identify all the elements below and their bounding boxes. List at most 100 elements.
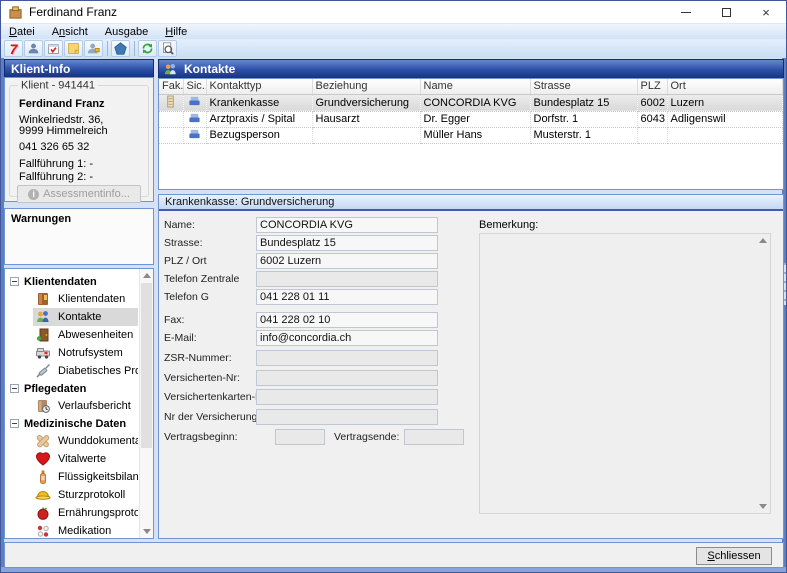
strasse-field[interactable]: Bundesplatz 15 — [256, 235, 438, 251]
sidebar-item-verlaufsbericht[interactable]: Verlaufsbericht — [33, 397, 138, 415]
sidebar-item-abwesenheiten[interactable]: Abwesenheiten — [33, 326, 138, 344]
col-strasse[interactable]: Strasse — [530, 79, 637, 94]
book-icon — [35, 291, 51, 307]
name-field[interactable]: CONCORDIA KVG — [256, 217, 438, 233]
close-button[interactable]: × — [746, 1, 786, 24]
sidebar-item-medikation[interactable]: Medikation — [33, 522, 138, 538]
notes-icon — [67, 42, 80, 55]
sidebar-item-diabetisches-protokoll[interactable]: Diabetisches Protokoll — [33, 362, 138, 380]
versicherungspolice-field[interactable] — [256, 409, 438, 425]
client-icon — [27, 42, 40, 55]
telefon-g-field[interactable]: 041 228 01 11 — [256, 289, 438, 305]
client-button[interactable] — [24, 40, 43, 57]
field-label: Nr der Versicherungspolice: — [164, 411, 256, 423]
bemerkung-scrollbar[interactable] — [756, 234, 770, 513]
print-preview-button[interactable] — [158, 40, 177, 57]
schliessen-button[interactable]: Schliessen — [696, 547, 772, 565]
collapse-icon[interactable] — [10, 277, 19, 286]
cell-name: CONCORDIA KVG — [420, 94, 530, 111]
personnel-button[interactable] — [84, 40, 103, 57]
scroll-up-icon[interactable] — [759, 238, 767, 243]
col-sic[interactable]: Sic... — [183, 79, 206, 94]
nav-group-medizinische-daten[interactable]: Medizinische Daten — [5, 415, 138, 432]
cell-name: Dr. Egger — [420, 111, 530, 127]
table-row[interactable]: Krankenkasse Grundversicherung CONCORDIA… — [159, 94, 783, 111]
logo-icon: 7 — [10, 42, 18, 56]
klient-number-label: Klient - 941441 — [18, 79, 98, 91]
menu-datei[interactable]: Datei — [6, 26, 43, 38]
sidebar-item-wunddokumentation[interactable]: Wunddokumentation — [33, 432, 138, 450]
plz-ort-field[interactable]: 6002 Luzern — [256, 253, 438, 269]
sidebar-item-sturzprotokoll[interactable]: Sturzprotokoll — [33, 486, 138, 504]
scrollbar-thumb[interactable] — [141, 283, 152, 448]
sidebar-item-ernaehrungsprotokoll[interactable]: Ernährungsprotokoll — [33, 504, 138, 522]
refresh-icon — [141, 42, 154, 55]
email-field[interactable]: info@concordia.ch — [256, 330, 438, 346]
reports-button[interactable] — [111, 40, 130, 57]
versichertenkarten-nr-field[interactable] — [256, 389, 438, 405]
collapse-icon[interactable] — [10, 384, 19, 393]
tree-scrollbar[interactable] — [139, 269, 153, 538]
maximize-button[interactable] — [706, 1, 746, 24]
scroll-down-icon[interactable] — [143, 529, 151, 534]
klient-info-panel: Klient - 941441 Ferdinand Franz Winkelri… — [4, 77, 154, 202]
notes-button[interactable] — [64, 40, 83, 57]
klient-info-title: Klient-Info — [11, 62, 70, 76]
col-kontakttyp[interactable]: Kontakttyp — [206, 79, 312, 94]
minimize-button[interactable] — [666, 1, 706, 24]
vertragsbeginn-field[interactable] — [275, 429, 325, 445]
visibility-icon — [188, 95, 201, 107]
minimize-icon — [681, 12, 691, 13]
heart-icon — [35, 451, 51, 467]
col-fak[interactable]: Fak... — [159, 79, 183, 94]
bemerkung-textarea[interactable] — [479, 233, 771, 514]
menu-ausgabe[interactable]: Ausgabe — [102, 26, 156, 38]
col-name[interactable]: Name — [420, 79, 530, 94]
cell-ort: Adligenswil — [667, 111, 783, 127]
detail-form: Name:CONCORDIA KVG Strasse:Bundesplatz 1… — [159, 213, 783, 538]
sidebar-item-klientendaten[interactable]: Klientendaten — [33, 290, 138, 308]
warnings-panel: Warnungen — [4, 208, 154, 265]
contacts-header: Kontakte — [158, 59, 784, 78]
report-icon — [35, 398, 51, 414]
sidebar-item-notrufsystem[interactable]: Notrufsystem — [33, 344, 138, 362]
planning-button[interactable] — [44, 40, 63, 57]
sidebar-item-fluessigkeitsbilanz[interactable]: Flüssigkeitsbilanz — [33, 468, 138, 486]
window-title: Ferdinand Franz — [29, 5, 117, 19]
telefon-zentrale-field[interactable] — [256, 271, 438, 287]
app-logo-button[interactable]: 7 — [4, 40, 23, 57]
col-beziehung[interactable]: Beziehung — [312, 79, 420, 94]
klient-groupbox: Klient - 941441 Ferdinand Franz Winkelri… — [9, 85, 149, 197]
maximize-icon — [722, 8, 731, 17]
nav-group-klientendaten[interactable]: Klientendaten — [5, 273, 138, 290]
collapse-icon[interactable] — [10, 419, 19, 428]
versicherten-nr-field[interactable] — [256, 370, 438, 386]
table-row[interactable]: Bezugsperson Müller Hans Musterstr. 1 — [159, 127, 783, 143]
scroll-up-icon[interactable] — [143, 273, 151, 278]
klient-name: Ferdinand Franz — [19, 98, 144, 110]
sidebar-item-kontakte[interactable]: Kontakte — [33, 308, 138, 326]
nav-group-pflegedaten[interactable]: Pflegedaten — [5, 380, 138, 397]
zsr-nummer-field[interactable] — [256, 350, 438, 366]
assessmentinfo-button[interactable]: i Assessmentinfo... — [17, 185, 141, 203]
contacts-table-panel: Fak... Sic... Kontakttyp Beziehung Name … — [158, 78, 784, 190]
field-label: Versicherten-Nr: — [164, 372, 256, 384]
sidebar-item-vitalwerte[interactable]: Vitalwerte — [33, 450, 138, 468]
cell-kontakttyp: Krankenkasse — [206, 94, 312, 111]
menu-hilfe[interactable]: Hilfe — [162, 26, 195, 38]
cell-beziehung: Grundversicherung — [312, 94, 420, 111]
visibility-icon — [188, 112, 201, 124]
col-plz[interactable]: PLZ — [637, 79, 667, 94]
scroll-down-icon[interactable] — [759, 504, 767, 509]
table-row[interactable]: Arztpraxis / Spital Hausarzt Dr. Egger D… — [159, 111, 783, 127]
visibility-icon — [188, 128, 201, 140]
refresh-button[interactable] — [138, 40, 157, 57]
people-icon — [163, 62, 178, 77]
menu-ansicht[interactable]: Ansicht — [49, 26, 96, 38]
col-ort[interactable]: Ort — [667, 79, 783, 94]
fax-field[interactable]: 041 228 02 10 — [256, 312, 438, 328]
toolbar: 7 — [1, 39, 786, 58]
reports-shape-icon — [114, 42, 127, 55]
syringe-icon — [35, 363, 51, 379]
vertragsende-field[interactable] — [404, 429, 464, 445]
